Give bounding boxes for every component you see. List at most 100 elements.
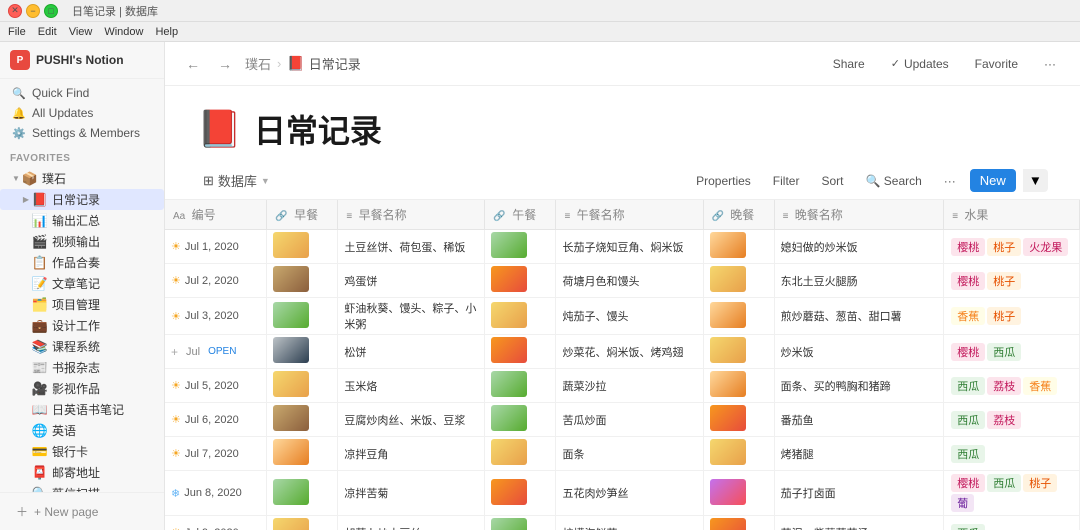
menu-help[interactable]: Help [155,26,178,38]
cell-date[interactable]: ☀ Jul 5, 2020 [165,369,267,403]
cell-date[interactable]: ☀ Jul 9, 2020 [165,516,267,530]
sort-button[interactable]: Sort [813,171,851,191]
sidebar-item-bank[interactable]: 💳 银行卡 [0,441,164,462]
col-header-fruit[interactable]: ≡ 水果 [944,200,1080,230]
cell-breakfast-img [267,298,338,335]
updates-button[interactable]: ✓ Updates [883,53,957,75]
cell-date[interactable]: ☀ Jul 1, 2020 [165,230,267,264]
properties-button[interactable]: Properties [688,171,759,191]
favorite-button[interactable]: Favorite [967,53,1026,75]
col-header-lunch-name[interactable]: ≡ 午餐名称 [556,200,703,230]
cell-date[interactable]: ☀ Jul 2, 2020 [165,264,267,298]
new-record-button[interactable]: New [970,169,1016,192]
sidebar-item-notes[interactable]: 📝 文章笔记 [0,273,164,294]
sidebar-item-films[interactable]: 🎥 影视作品 [0,378,164,399]
chevron-right-icon9 [20,362,32,374]
sidebar-quick-find[interactable]: 🔍 Quick Find [6,83,158,103]
plus-icon: ＋ [16,503,28,520]
cell-date[interactable]: ☀ Jul 7, 2020 [165,437,267,471]
cell-breakfast-name: 凉拌豆角 [338,437,485,471]
sidebar-item-video[interactable]: 🎬 视频输出 [0,231,164,252]
sidebar-item-scan[interactable]: 🔍 薇信扫描 [0,483,164,492]
filter-button[interactable]: Filter [765,171,808,191]
minimize-btn[interactable]: − [26,4,40,18]
back-button[interactable]: ← [181,52,205,76]
workspace-name[interactable]: P PUSHI's Notion [10,50,124,70]
sidebar-item-daily[interactable]: ▶ 📕 日常记录 [0,189,164,210]
dinner-thumbnail [710,232,746,258]
sidebar-item-puxi[interactable]: ▼ 📦 璞石 [0,168,164,189]
view-switch[interactable]: ⊞ 数据库 ▼ [197,168,276,193]
cell-date[interactable]: + Jul OPEN [165,335,267,369]
share-button[interactable]: Share [825,53,873,75]
courses-icon: 📚 [32,339,48,355]
bell-icon: 🔔 [12,106,26,120]
cell-lunch-img [485,298,556,335]
breadcrumb-page[interactable]: 📕 日常记录 [287,54,360,73]
col-header-id[interactable]: Aa 编号 [165,200,267,230]
cell-lunch-name: 面条 [556,437,703,471]
col-dinner-icon: 🔗 [712,211,724,222]
more-db-button[interactable]: ··· [936,171,964,191]
sidebar-item-english-notes[interactable]: 📖 日英语书笔记 [0,399,164,420]
new-record-dropdown[interactable]: ▼ [1023,169,1048,192]
col-header-dinner-img[interactable]: 🔗 晚餐 [703,200,774,230]
col-fruit-label: 水果 [964,208,988,222]
cell-fruits: 樱桃桃子火龙果 [944,230,1080,264]
table-row: ☀ Jul 3, 2020 虾油秋葵、馒头、粽子、小米粥 炖茄子、馒头 煎炒蘑菇… [165,298,1080,335]
new-page-button[interactable]: ＋ + New page [10,499,154,524]
search-button[interactable]: 🔍 Search [857,171,929,191]
mail-icon: 📮 [32,465,48,481]
col-header-breakfast-img[interactable]: 🔗 早餐 [267,200,338,230]
col-header-breakfast-name[interactable]: ≡ 早餐名称 [338,200,485,230]
sidebar-item-design[interactable]: 💼 设计工作 [0,315,164,336]
cell-dinner-img [703,230,774,264]
menu-view[interactable]: View [69,26,93,38]
sidebar-all-updates[interactable]: 🔔 All Updates [6,103,158,123]
courses-label: 课程系统 [52,338,100,355]
forward-button[interactable]: → [213,52,237,76]
lunch-thumbnail [491,439,527,465]
lunch-thumbnail [491,518,527,530]
dinner-thumbnail [710,337,746,363]
sidebar-item-courses[interactable]: 📚 课程系统 [0,336,164,357]
menu-edit[interactable]: Edit [38,26,57,38]
breakfast-thumbnail [273,518,309,530]
page-title: 日常记录 [254,106,382,152]
cell-date[interactable]: ☀ Jul 3, 2020 [165,298,267,335]
add-row-button[interactable]: + [171,345,178,359]
cell-dinner-img [703,471,774,516]
table-row: ☀ Jul 7, 2020 凉拌豆角 面条 烤猪腿 西瓜 [165,437,1080,471]
cell-breakfast-img [267,516,338,530]
cell-date[interactable]: ☀ Jul 6, 2020 [165,403,267,437]
table-row: ☀ Jul 5, 2020 玉米烙 蔬菜沙拉 面条、买的鸭胸和猪蹄 西瓜荔枝香蕉 [165,369,1080,403]
fruit-tag: 荔枝 [987,411,1021,429]
sidebar-item-projects[interactable]: 🗂️ 项目管理 [0,294,164,315]
sidebar-item-output[interactable]: 📊 输出汇总 [0,210,164,231]
col-header-dinner-name[interactable]: ≡ 晚餐名称 [774,200,944,230]
chevron-right-icon5 [20,278,32,290]
fruit-tag: 桃子 [987,307,1021,325]
menu-file[interactable]: File [8,26,26,38]
sidebar-settings[interactable]: ⚙️ Settings & Members [6,123,158,143]
search-icon: 🔍 [12,86,26,100]
open-button[interactable]: OPEN [208,346,236,357]
cell-date[interactable]: ❄ Jun 8, 2020 [165,471,267,516]
breadcrumb-root[interactable]: 璞石 [245,54,271,73]
close-btn[interactable]: ✕ [8,4,22,18]
col-dinner-name-label: 晚餐名称 [795,208,843,222]
more-button[interactable]: ··· [1036,53,1064,75]
cell-dinner-name: 东北土豆火腿肠 [774,264,944,298]
favorites-label: FAVORITES [0,147,164,166]
quick-find-label: Quick Find [32,86,89,100]
cell-fruits: 西瓜荔枝香蕉 [944,369,1080,403]
cell-dinner-name: 炒米饭 [774,335,944,369]
sidebar-item-mail[interactable]: 📮 邮寄地址 [0,462,164,483]
sidebar-item-works[interactable]: 📋 作品合奏 [0,252,164,273]
sidebar-item-books[interactable]: 📰 书报杂志 [0,357,164,378]
col-header-lunch-img[interactable]: 🔗 午餐 [485,200,556,230]
table-header-row: Aa 编号 🔗 早餐 ≡ 早餐名称 🔗 午餐 [165,200,1080,230]
sidebar-item-english[interactable]: 🌐 英语 [0,420,164,441]
menu-window[interactable]: Window [104,26,143,38]
maximize-btn[interactable]: □ [44,4,58,18]
